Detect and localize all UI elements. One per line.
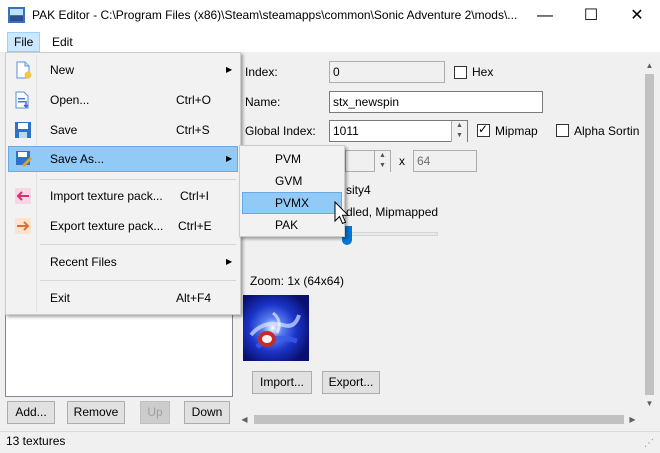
window-title: PAK Editor - C:\Program Files (x86)\Stea… <box>32 8 518 22</box>
index-label: Index: <box>245 65 278 79</box>
close-button[interactable]: ✕ <box>614 0 660 31</box>
submenu-arrow-icon: ▶ <box>226 257 233 266</box>
menu-item-exit[interactable]: Exit Alt+F4 <box>8 285 238 311</box>
scroll-right-icon[interactable]: ▶ <box>624 411 641 428</box>
vertical-scrollbar[interactable]: ▲ ▼ <box>641 57 658 412</box>
new-file-icon <box>14 61 32 79</box>
save-as-pak[interactable]: PAK <box>242 214 342 236</box>
zoom-label: Zoom: 1x (64x64) <box>250 274 345 288</box>
vertical-scroll-thumb[interactable] <box>645 74 654 395</box>
height-field[interactable]: 64 <box>413 150 477 172</box>
mipmap-label: Mipmap <box>495 124 538 138</box>
horizontal-scrollbar[interactable]: ◀ ▶ <box>236 411 641 428</box>
import-icon <box>14 187 32 205</box>
up-button[interactable]: Up <box>140 401 170 424</box>
scroll-down-icon[interactable]: ▼ <box>641 395 658 412</box>
hex-label: Hex <box>472 65 494 79</box>
menu-bar <box>0 31 660 52</box>
status-text: 13 textures <box>6 434 66 448</box>
save-as-submenu: PVM GVM PVMX PAK <box>239 145 345 237</box>
submenu-arrow-icon: ▶ <box>226 65 233 74</box>
name-label: Name: <box>245 95 281 109</box>
save-as-pvm[interactable]: PVM <box>242 148 342 170</box>
save-icon <box>14 121 32 139</box>
global-index-value: 1011 <box>333 124 359 138</box>
global-index-field[interactable]: 1011 <box>329 120 468 142</box>
menu-item-import[interactable]: Import texture pack... Ctrl+I <box>8 183 238 209</box>
down-button[interactable]: Down <box>184 401 230 424</box>
global-index-label: Global Index: <box>245 124 316 138</box>
menu-item-export[interactable]: Export texture pack... Ctrl+E <box>8 213 238 239</box>
mouse-cursor-icon <box>334 200 350 225</box>
menu-item-save-as[interactable]: Save As... ▶ <box>8 146 238 172</box>
app-icon[interactable] <box>8 7 25 23</box>
index-field[interactable]: 0 <box>329 61 445 83</box>
alpha-sorting-label: Alpha Sortin <box>574 124 640 138</box>
scroll-left-icon[interactable]: ◀ <box>236 411 253 428</box>
submenu-arrow-icon: ▶ <box>226 154 233 163</box>
scroll-up-icon[interactable]: ▲ <box>641 57 658 74</box>
name-field[interactable]: stx_newspin <box>329 91 543 113</box>
dimension-separator: x <box>399 154 405 168</box>
hex-checkbox[interactable] <box>454 66 467 79</box>
save-as-pvmx[interactable]: PVMX <box>242 192 342 214</box>
menu-item-save[interactable]: Save Ctrl+S <box>8 117 238 143</box>
minimize-button[interactable]: — <box>522 0 568 31</box>
save-as-gvm[interactable]: GVM <box>242 170 342 192</box>
menu-item-open[interactable]: Open... Ctrl+O <box>8 87 238 113</box>
menu-file[interactable]: File <box>7 32 41 52</box>
import-button[interactable]: Import... <box>252 371 312 394</box>
mipmap-checkbox[interactable] <box>477 122 490 137</box>
menu-item-new[interactable]: New ▶ <box>8 57 238 83</box>
width-spinner[interactable]: ▲ ▼ <box>374 151 390 172</box>
maximize-button[interactable]: ☐ <box>568 0 614 31</box>
export-button[interactable]: Export... <box>322 371 380 394</box>
pixel-format-text: dled, Mipmapped <box>346 205 439 219</box>
export-icon <box>14 217 32 235</box>
data-format-text: sity4 <box>346 183 371 197</box>
alpha-sorting-checkbox[interactable] <box>556 124 569 137</box>
file-menu: New ▶ Open... Ctrl+O Save Ctrl+S Save As… <box>5 52 241 315</box>
menu-edit[interactable]: Edit <box>46 32 79 52</box>
save-as-icon <box>15 150 33 168</box>
status-bar <box>0 431 660 453</box>
add-button[interactable]: Add... <box>7 401 55 424</box>
resize-grip-icon[interactable]: ⋰ <box>644 438 656 450</box>
horizontal-scroll-thumb[interactable] <box>254 415 624 424</box>
open-file-icon <box>14 91 32 109</box>
global-index-spinner[interactable]: ▲ ▼ <box>451 121 467 142</box>
menu-item-recent-files[interactable]: Recent Files ▶ <box>8 249 238 275</box>
remove-button[interactable]: Remove <box>67 401 125 424</box>
texture-preview <box>243 295 309 361</box>
